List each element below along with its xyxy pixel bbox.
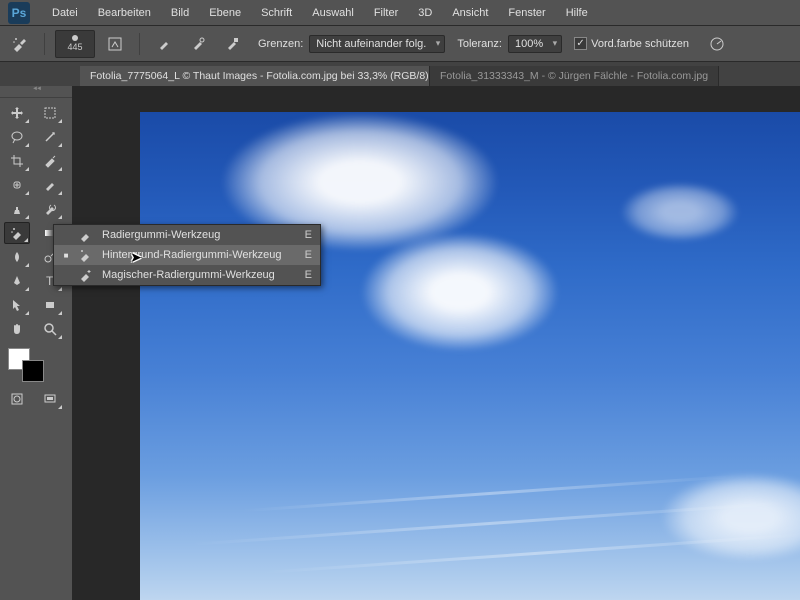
flyout-item-eraser[interactable]: Radiergummi-Werkzeug E bbox=[54, 225, 320, 245]
zoom-tool[interactable] bbox=[37, 318, 63, 340]
menu-fenster[interactable]: Fenster bbox=[498, 7, 555, 19]
screen-mode-toggle[interactable] bbox=[37, 388, 63, 410]
divider bbox=[44, 33, 45, 55]
menu-bar: Ps Datei Bearbeiten Bild Ebene Schrift A… bbox=[0, 0, 800, 26]
path-selection-tool[interactable] bbox=[4, 294, 30, 316]
menu-ebene[interactable]: Ebene bbox=[199, 7, 251, 19]
flyout-shortcut: E bbox=[305, 269, 312, 281]
sampling-swatch-icon[interactable] bbox=[218, 31, 246, 57]
sampling-continuous-icon[interactable] bbox=[150, 31, 178, 57]
document-tab-bar: Fotolia_7775064_L © Thaut Images - Fotol… bbox=[0, 62, 800, 86]
menu-schrift[interactable]: Schrift bbox=[251, 7, 302, 19]
magic-eraser-icon bbox=[78, 268, 94, 282]
menu-ansicht[interactable]: Ansicht bbox=[442, 7, 498, 19]
menu-auswahl[interactable]: Auswahl bbox=[302, 7, 364, 19]
marquee-tool[interactable] bbox=[37, 102, 63, 124]
grenzen-dropdown[interactable]: Nicht aufeinander folg. bbox=[309, 35, 445, 53]
hand-tool[interactable] bbox=[4, 318, 30, 340]
canvas-area[interactable] bbox=[72, 86, 800, 600]
protect-foreground-checkbox[interactable]: ✓ bbox=[574, 37, 587, 50]
protect-foreground-label: Vord.farbe schützen bbox=[591, 38, 689, 50]
document-tab-inactive[interactable]: Fotolia_31333343_M - © Jürgen Fälchle - … bbox=[430, 66, 719, 86]
pen-tool[interactable] bbox=[4, 270, 30, 292]
current-tool-icon[interactable] bbox=[6, 31, 34, 57]
rectangle-tool[interactable] bbox=[37, 294, 63, 316]
healing-brush-tool[interactable] bbox=[4, 174, 30, 196]
brush-panel-toggle[interactable] bbox=[101, 31, 129, 57]
eraser-icon bbox=[78, 228, 94, 242]
history-brush-tool[interactable] bbox=[37, 198, 63, 220]
tools-panel: T bbox=[0, 86, 72, 600]
brush-tool[interactable] bbox=[37, 174, 63, 196]
document-canvas[interactable] bbox=[140, 112, 800, 600]
sampling-once-icon[interactable] bbox=[184, 31, 212, 57]
color-swatches bbox=[0, 344, 72, 388]
flyout-label: Radiergummi-Werkzeug bbox=[102, 229, 297, 241]
menu-3d[interactable]: 3D bbox=[408, 7, 442, 19]
toleranz-label: Toleranz: bbox=[457, 38, 502, 50]
move-tool[interactable] bbox=[4, 102, 30, 124]
menu-filter[interactable]: Filter bbox=[364, 7, 408, 19]
app-logo[interactable]: Ps bbox=[8, 2, 30, 24]
brush-size-label: 445 bbox=[67, 42, 82, 52]
clone-stamp-tool[interactable] bbox=[4, 198, 30, 220]
menu-bearbeiten[interactable]: Bearbeiten bbox=[88, 7, 161, 19]
document-tab-active[interactable]: Fotolia_7775064_L © Thaut Images - Fotol… bbox=[80, 66, 430, 86]
divider bbox=[139, 33, 140, 55]
menu-datei[interactable]: Datei bbox=[42, 7, 88, 19]
flyout-label: Hintergrund-Radiergummi-Werkzeug bbox=[102, 249, 297, 261]
eyedropper-tool[interactable] bbox=[37, 150, 63, 172]
background-color-swatch[interactable] bbox=[22, 360, 44, 382]
flyout-shortcut: E bbox=[305, 229, 312, 241]
flyout-item-magic-eraser[interactable]: Magischer-Radiergummi-Werkzeug E bbox=[54, 265, 320, 285]
blur-tool[interactable] bbox=[4, 246, 30, 268]
flyout-label: Magischer-Radiergummi-Werkzeug bbox=[102, 269, 297, 281]
flyout-shortcut: E bbox=[305, 249, 312, 261]
magic-wand-tool[interactable] bbox=[37, 126, 63, 148]
brush-preset-picker[interactable]: 445 bbox=[55, 30, 95, 58]
lasso-tool[interactable] bbox=[4, 126, 30, 148]
options-bar: 445 Grenzen: Nicht aufeinander folg. Tol… bbox=[0, 26, 800, 62]
toleranz-dropdown[interactable]: 100% bbox=[508, 35, 562, 53]
pressure-icon[interactable] bbox=[703, 31, 731, 57]
menu-hilfe[interactable]: Hilfe bbox=[556, 7, 598, 19]
panel-collapse-toggle[interactable] bbox=[0, 86, 72, 98]
eraser-tool-flyout: Radiergummi-Werkzeug E ■ Hintergrund-Rad… bbox=[53, 224, 321, 286]
flyout-bullet: ■ bbox=[62, 251, 70, 260]
grenzen-label: Grenzen: bbox=[258, 38, 303, 50]
tab-label: Fotolia_7775064_L © Thaut Images - Fotol… bbox=[90, 70, 430, 82]
menu-bild[interactable]: Bild bbox=[161, 7, 199, 19]
background-eraser-icon bbox=[78, 248, 94, 262]
quick-mask-toggle[interactable] bbox=[4, 388, 30, 410]
flyout-item-background-eraser[interactable]: ■ Hintergrund-Radiergummi-Werkzeug E bbox=[54, 245, 320, 265]
eraser-tool[interactable] bbox=[4, 222, 30, 244]
crop-tool[interactable] bbox=[4, 150, 30, 172]
tab-label: Fotolia_31333343_M - © Jürgen Fälchle - … bbox=[440, 70, 708, 82]
